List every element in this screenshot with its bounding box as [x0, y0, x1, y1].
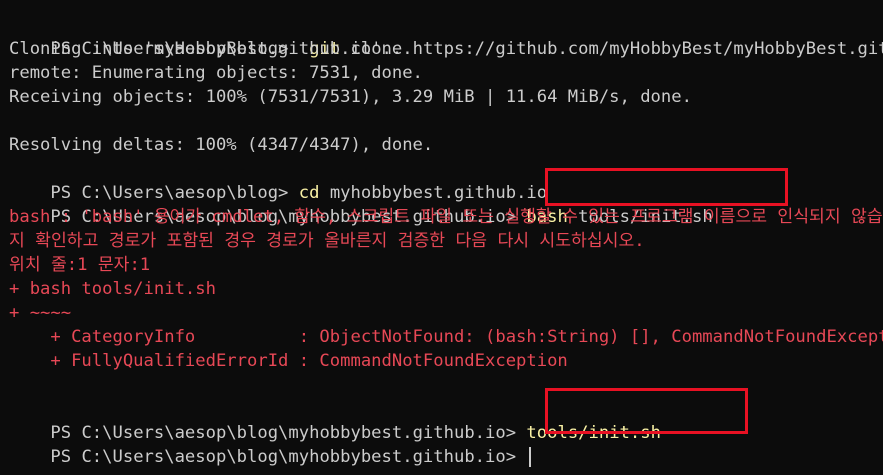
error-line: bash : 'bash' 용어가 cmdlet, 함수, 스크립트 파일 또는… — [0, 205, 883, 229]
error-line: + ~~~~ — [0, 301, 883, 325]
error-text: + bash tools/init.sh — [9, 279, 216, 299]
output-text: Resolving deltas: 100% (4347/4347), done… — [9, 135, 434, 155]
terminal-line-tools-init: PS C:\Users\aesop\blog\myhobbybest.githu… — [0, 397, 883, 443]
output-line: Resolving deltas: 100% (4347/4347), done… — [0, 133, 883, 157]
terminal-line-git-clone: PS C:\Users\aesop\blog> git clone https:… — [0, 13, 883, 59]
output-line: Cloning into 'myHobbyBest.github.io'... — [0, 37, 883, 61]
terminal-line-current-prompt[interactable]: PS C:\Users\aesop\blog\myhobbybest.githu… — [0, 421, 883, 467]
error-text: bash : 'bash' 용어가 cmdlet, 함수, 스크립트 파일 또는… — [9, 207, 883, 227]
error-text: + FullyQualifiedErrorId : CommandNotFoun… — [9, 351, 568, 371]
output-text: Receiving objects: 100% (7531/7531), 3.2… — [9, 87, 692, 107]
error-text: + ~~~~ — [9, 303, 72, 323]
output-text: remote: Enumerating objects: 7531, done. — [9, 63, 423, 83]
prompt: PS C:\Users\aesop\blog\myhobbybest.githu… — [50, 447, 517, 467]
terminal-line-cd: PS C:\Users\aesop\blog> cd myhobbybest.g… — [0, 157, 883, 203]
error-line: + CategoryInfo : ObjectNotFound: (bash:S… — [0, 325, 883, 349]
error-line: + bash tools/init.sh — [0, 277, 883, 301]
terminal-line-bash-init: PS C:\Users\aesop\blog\myhobbybest.githu… — [0, 181, 883, 227]
output-text: Cloning into 'myHobbyBest.github.io'... — [9, 39, 413, 59]
error-line: 위치 줄:1 문자:1 — [0, 253, 883, 277]
error-text: 지 확인하고 경로가 포함된 경우 경로가 올바른지 검증한 다음 다시 시도하… — [9, 231, 645, 251]
output-line: remote: Enumerating objects: 7531, done. — [0, 61, 883, 85]
error-text: 위치 줄:1 문자:1 — [9, 255, 151, 275]
error-text: + CategoryInfo : ObjectNotFound: (bash:S… — [9, 327, 883, 347]
error-line: + FullyQualifiedErrorId : CommandNotFoun… — [0, 349, 883, 373]
error-line: 지 확인하고 경로가 포함된 경우 경로가 올바른지 검증한 다음 다시 시도하… — [0, 229, 883, 253]
terminal-window[interactable]: PS C:\Users\aesop\blog> git clone https:… — [0, 0, 883, 475]
text-cursor — [529, 447, 532, 467]
output-line: Receiving objects: 100% (7531/7531), 3.2… — [0, 85, 883, 109]
